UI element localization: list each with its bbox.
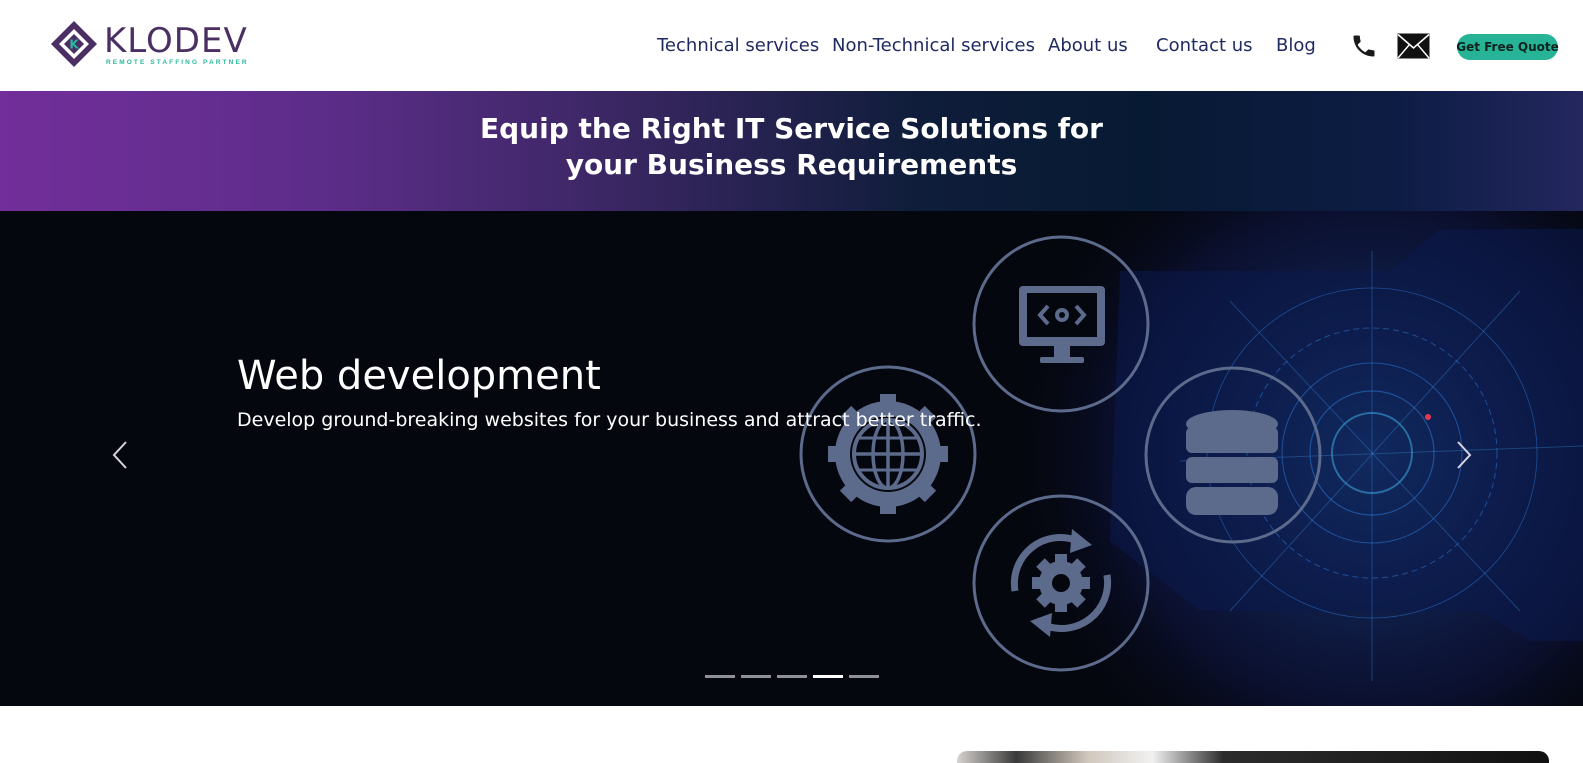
logo-mark-letter: K [69, 38, 79, 52]
slide-indicator-5[interactable] [849, 675, 879, 678]
banner-title-line-1: Equip the Right IT Service Solutions for [480, 112, 1103, 145]
video-thumbnail[interactable] [957, 751, 1549, 763]
nav-about-us[interactable]: About us [1048, 35, 1128, 57]
logo-diamond-icon: K [51, 21, 97, 67]
slide-title: Web development [237, 353, 601, 399]
get-free-quote-button[interactable]: Get Free Quote [1456, 34, 1559, 60]
site-header: K KLODEV REMOTE STAFFING PARTNER Technic… [0, 0, 1583, 91]
nav-technical-services[interactable]: Technical services [657, 35, 819, 57]
slide-indicator-4[interactable] [813, 675, 843, 678]
phone-icon[interactable] [1350, 31, 1378, 61]
slide-indicator-1[interactable] [705, 675, 735, 678]
content-section [0, 706, 1583, 763]
chevron-left-icon[interactable] [110, 439, 130, 471]
logo-wordmark: KLODEV [104, 21, 248, 61]
nav-non-technical-services[interactable]: Non-Technical services [832, 35, 1035, 57]
logo-tagline: REMOTE STAFFING PARTNER [106, 59, 249, 66]
hero-slider: Web development Develop ground-breaking … [0, 211, 1583, 706]
klodev-logo[interactable]: K KLODEV REMOTE STAFFING PARTNER [50, 20, 250, 70]
slide-subtitle: Develop ground-breaking websites for you… [237, 409, 982, 431]
tech-illustration [0, 211, 1583, 706]
nav-blog[interactable]: Blog [1276, 35, 1316, 57]
slide-indicator-3[interactable] [777, 675, 807, 678]
banner-title-line-2: your Business Requirements [565, 148, 1018, 181]
database-icon [1186, 410, 1278, 515]
nav-contact-us[interactable]: Contact us [1156, 35, 1253, 57]
chevron-right-icon[interactable] [1454, 439, 1474, 471]
slider-indicators [0, 675, 1583, 681]
mail-icon[interactable] [1397, 33, 1430, 59]
slide-indicator-2[interactable] [741, 675, 771, 678]
hero-banner: Equip the Right IT Service Solutions for… [0, 91, 1583, 211]
